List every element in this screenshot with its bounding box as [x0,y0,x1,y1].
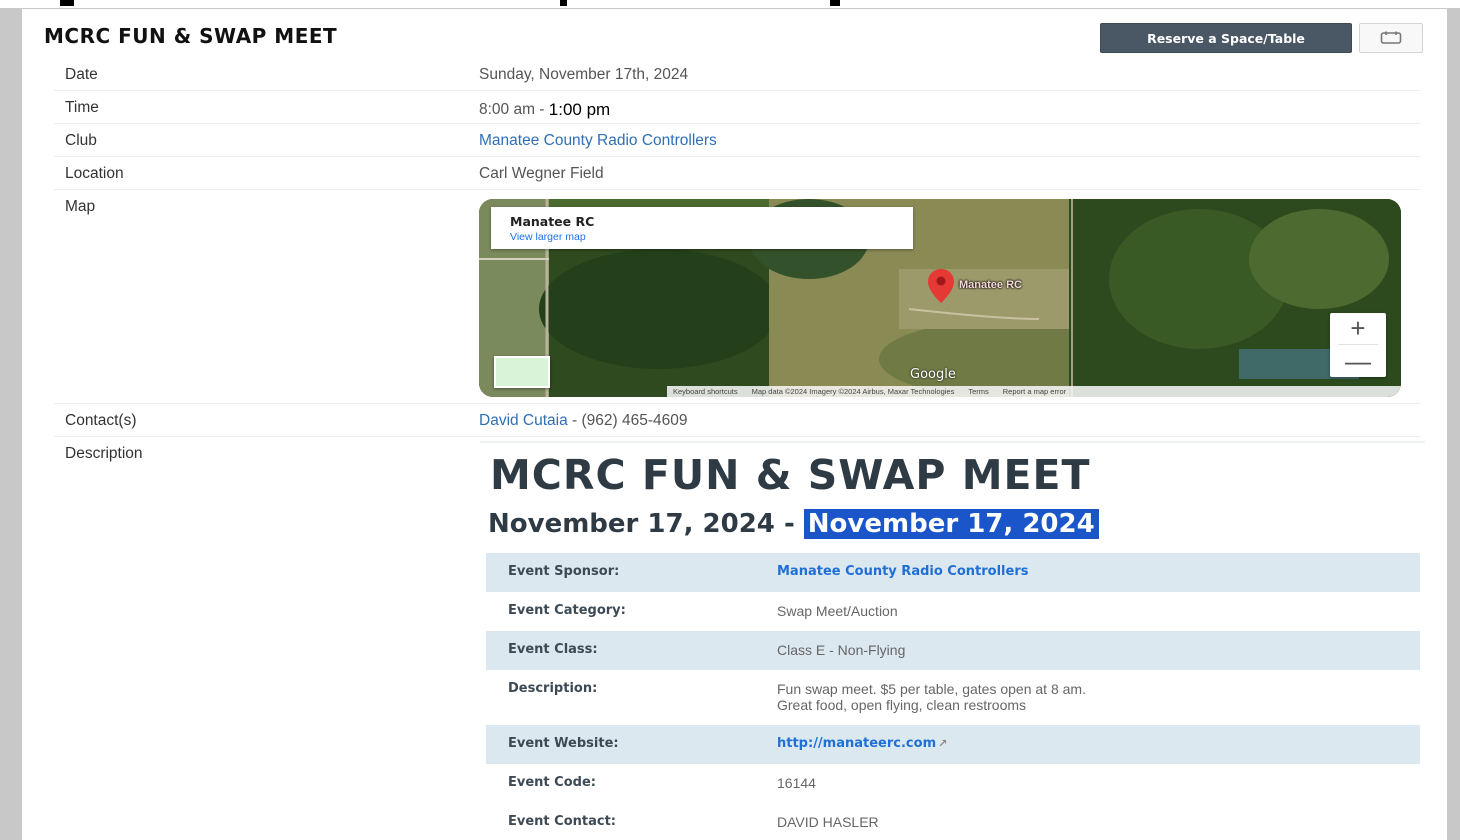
time-value: 8:00 am - 1:00 pm [479,99,610,119]
table-row: Description: Fun swap meet. $5 per table… [486,670,1420,725]
location-value: Carl Wegner Field [479,165,604,182]
external-link-icon: ↗ [938,737,948,750]
row-key: Event Sponsor: [508,564,620,579]
row-value: DAVID HASLER [777,814,879,830]
date-range-start: November 17, 2024 - [488,509,804,539]
time-end: 1:00 pm [548,100,611,119]
date-row: Date Sunday, November 17th, 2024 [54,58,1420,91]
description-line-2: Great food, open flying, clean restrooms [777,697,1027,713]
row-value: Class E - Non-Flying [777,642,906,658]
calendar-icon [1380,31,1402,44]
table-row: Event Code: 16144 [486,764,1420,803]
report-map-error-link[interactable]: Report a map error [1003,387,1066,396]
map-label: Map [65,198,96,215]
date-label: Date [65,66,98,83]
row-key: Event Class: [508,642,598,657]
table-row: Event Website: http://manateerc.com ↗ [486,725,1420,764]
table-row: Event Contact: DAVID HASLER [486,803,1420,840]
contacts-label: Contact(s) [65,412,137,429]
event-title: MCRC FUN & SWAP MEET [44,24,338,48]
row-key: Event Contact: [508,814,616,829]
time-label: Time [65,99,99,116]
club-row: Club Manatee County Radio Controllers [54,124,1420,157]
description-dates: November 17, 2024 - November 17, 2024 [488,509,1099,539]
row-key: Description: [508,681,598,696]
location-label: Location [65,165,124,182]
event-website-link[interactable]: http://manateerc.com ↗ [777,736,947,752]
row-value: 16144 [777,775,816,791]
cropped-page-heading-fragment [0,0,1460,8]
map-data-text: Map data ©2024 Imagery ©2024 Airbus, Max… [751,387,955,396]
embedded-map[interactable]: Manatee RC View larger map Manatee RC + … [479,199,1401,397]
club-link[interactable]: Manatee County Radio Controllers [479,132,717,149]
add-to-calendar-button[interactable] [1359,23,1423,53]
zoom-separator [1338,344,1378,345]
description-content: MCRC FUN & SWAP MEET November 17, 2024 -… [480,441,1425,840]
contacts-value: David Cutaia - (962) 465-4609 [479,412,688,430]
event-sponsor-link[interactable]: Manatee County Radio Controllers [777,564,1028,580]
google-logo: Google [910,367,956,382]
row-value: Fun swap meet. $5 per table, gates open … [777,681,1086,713]
row-key: Event Category: [508,603,626,618]
row-key: Event Code: [508,775,596,790]
location-row: Location Carl Wegner Field [54,157,1420,190]
date-value: Sunday, November 17th, 2024 [479,66,689,83]
description-heading: MCRC FUN & SWAP MEET [490,451,1091,499]
time-row: Time 8:00 am - 1:00 pm [54,91,1420,124]
reserve-space-button[interactable]: Reserve a Space/Table [1100,23,1352,53]
event-panel: MCRC FUN & SWAP MEET Reserve a Space/Tab… [22,9,1447,840]
map-zoom-control: + — [1330,313,1386,377]
event-website-url[interactable]: http://manateerc.com [777,736,936,751]
event-header: MCRC FUN & SWAP MEET Reserve a Space/Tab… [22,9,1447,65]
zoom-out-button[interactable]: — [1330,346,1386,377]
contact-name-link[interactable]: David Cutaia [479,412,568,429]
map-place-card: Manatee RC View larger map [491,207,913,249]
contacts-row: Contact(s) David Cutaia - (962) 465-4609 [54,404,1420,437]
terms-link[interactable]: Terms [968,387,988,396]
description-line-1: Fun swap meet. $5 per table, gates open … [777,681,1086,697]
map-attribution-bar: Keyboard shortcuts Map data ©2024 Imagery… [667,386,1401,397]
table-row: Event Class: Class E - Non-Flying [486,631,1420,670]
row-key: Event Website: [508,736,619,751]
description-label: Description [65,445,143,462]
club-value: Manatee County Radio Controllers [479,132,717,150]
zoom-in-button[interactable]: + [1330,313,1386,344]
map-marker-icon[interactable] [927,268,955,304]
keyboard-shortcuts-link[interactable]: Keyboard shortcuts [673,387,738,396]
view-larger-map-link[interactable]: View larger map [510,231,586,243]
table-row: Event Category: Swap Meet/Auction [486,592,1420,631]
contact-phone: - (962) 465-4609 [567,412,688,429]
date-range-end-highlighted: November 17, 2024 [803,509,1099,539]
row-value: Swap Meet/Auction [777,603,898,619]
club-label: Club [65,132,97,149]
map-marker-label: Manatee RC [959,279,1022,291]
table-row: Event Sponsor: Manatee County Radio Cont… [486,553,1420,592]
map-type-toggle[interactable] [494,356,550,388]
map-place-name: Manatee RC [510,214,595,229]
time-start: 8:00 am - [479,101,549,118]
